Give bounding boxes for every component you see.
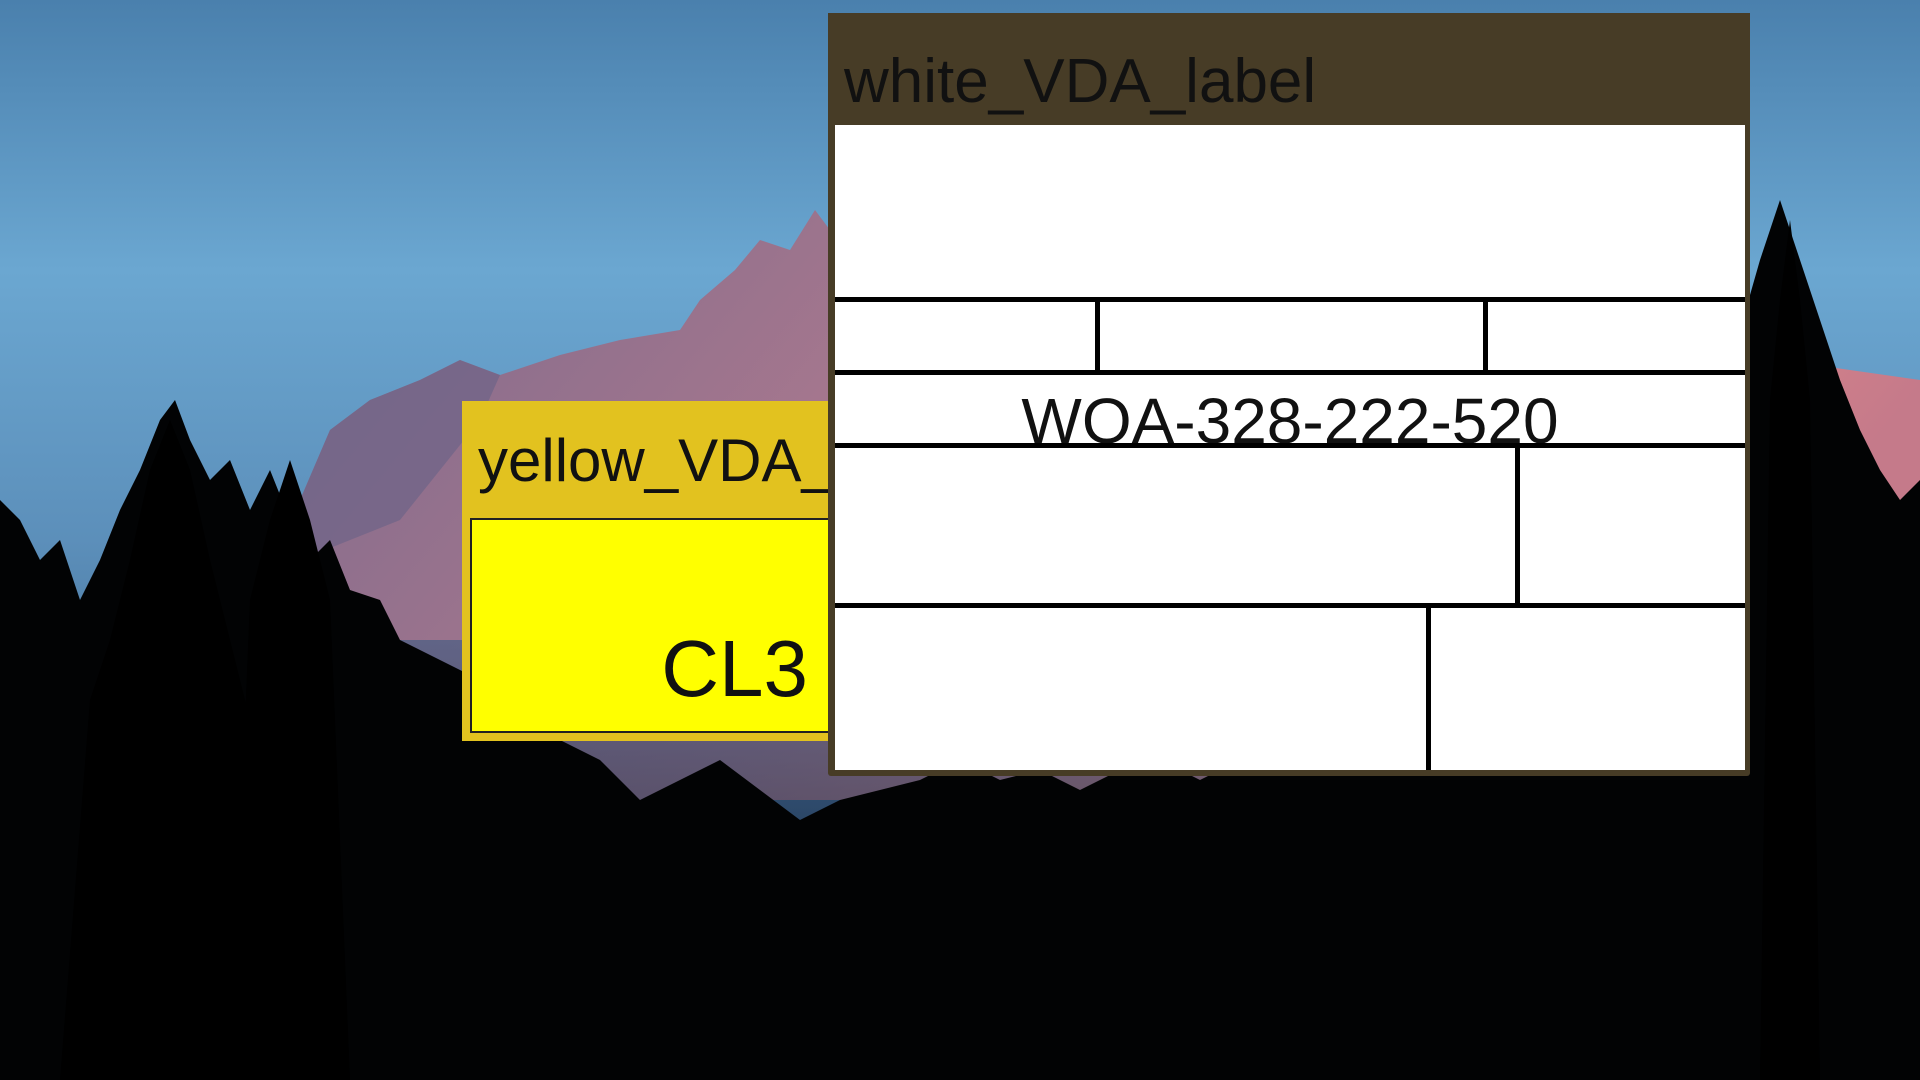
label-grid-line: [835, 370, 1745, 375]
white-label-content: WOA-328-222-520: [835, 125, 1745, 770]
white-vda-label-window[interactable]: white_VDA_label WOA-328-222-520: [828, 13, 1750, 776]
yellow-label-content: CL3: [470, 518, 842, 733]
white-window-title: white_VDA_label: [844, 47, 1317, 116]
label-grid-line: [835, 603, 1745, 608]
label-grid-line: [1483, 297, 1488, 370]
yellow-vda-label-window[interactable]: yellow_VDA_label CL3: [462, 401, 849, 741]
label-grid-line: [1095, 297, 1100, 370]
white-window-titlebar[interactable]: white_VDA_label: [828, 13, 1750, 121]
label-grid-line: [835, 443, 1745, 448]
label-grid-line: [1515, 443, 1520, 607]
yellow-window-title: yellow_VDA_label: [478, 427, 849, 494]
yellow-window-titlebar[interactable]: yellow_VDA_label: [462, 401, 849, 504]
label-grid-line: [835, 297, 1745, 302]
desktop: yellow_VDA_label CL3 white_VDA_label WOA…: [0, 0, 1920, 1080]
label-grid-line: [1426, 603, 1431, 770]
yellow-label-code: CL3: [661, 624, 808, 713]
